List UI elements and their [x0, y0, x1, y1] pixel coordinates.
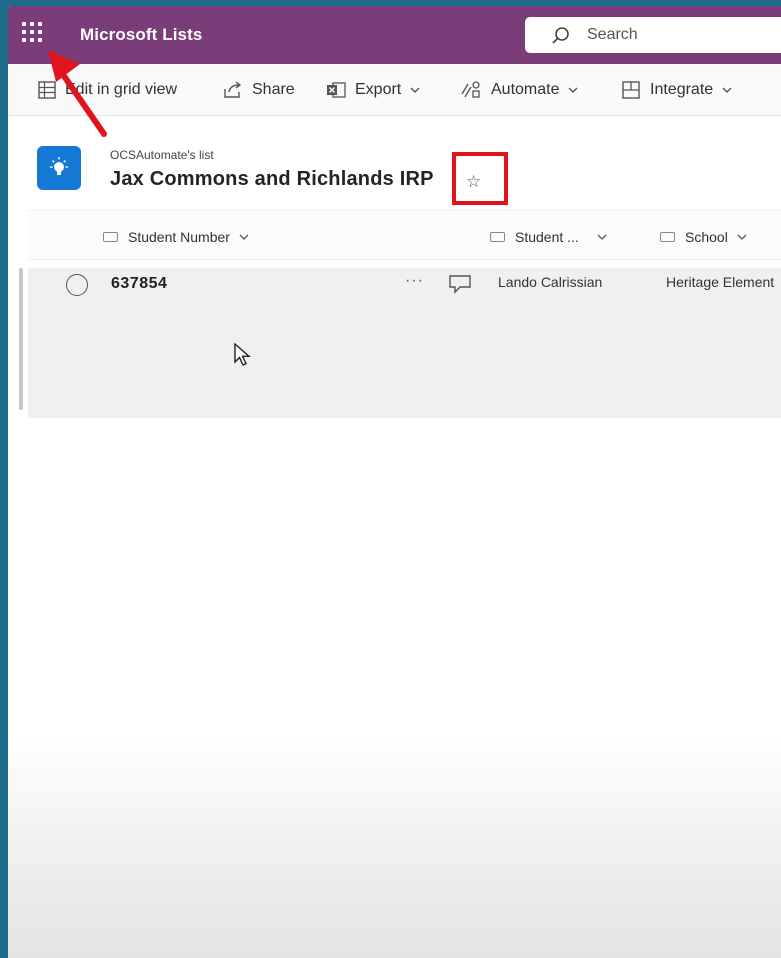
row-select-radio[interactable] — [66, 274, 88, 296]
search-icon — [552, 27, 569, 44]
column-student-name[interactable]: Student ... — [490, 229, 607, 245]
comment-icon[interactable] — [448, 274, 472, 294]
list-owner[interactable]: OCSAutomate's list — [110, 148, 214, 162]
automate-label: Automate — [491, 81, 560, 98]
cell-student-number[interactable]: 637854 — [111, 275, 167, 293]
mouse-cursor-icon — [234, 342, 251, 366]
chevron-down-icon — [239, 234, 249, 240]
column-school[interactable]: School — [660, 229, 747, 245]
column-label: Student ... — [515, 229, 579, 245]
automate-button[interactable]: Automate — [460, 79, 578, 101]
automate-icon — [461, 81, 480, 98]
integrate-icon — [622, 81, 640, 99]
search-placeholder: Search — [587, 26, 638, 43]
integrate-label: Integrate — [650, 81, 714, 98]
integrate-button[interactable]: Integrate — [621, 79, 732, 101]
text-column-icon — [490, 232, 505, 242]
empty-list-area — [8, 736, 781, 958]
command-bar: Edit in grid view Share Export Automate … — [8, 64, 781, 116]
text-column-icon — [660, 232, 675, 242]
chevron-down-icon — [722, 87, 732, 93]
cell-school[interactable]: Heritage Element — [666, 274, 774, 290]
share-button[interactable]: Share — [223, 79, 295, 101]
chevron-down-icon — [737, 234, 747, 240]
app-title[interactable]: Microsoft Lists — [80, 25, 202, 45]
suite-bar: Microsoft Lists Search — [8, 6, 781, 64]
column-label: Student Number — [128, 229, 230, 245]
share-label: Share — [252, 81, 295, 98]
app-window: Microsoft Lists Search Edit in grid view — [8, 6, 781, 958]
search-input[interactable]: Search — [525, 17, 781, 53]
app-launcher-icon[interactable] — [22, 22, 48, 48]
column-student-number[interactable]: Student Number — [103, 229, 249, 245]
annotation-highlight-box — [452, 152, 508, 205]
annotation-arrow-icon — [48, 50, 107, 137]
chevron-down-icon — [597, 234, 607, 240]
column-header-row: Student Number Student ... School — [28, 210, 781, 260]
excel-icon — [327, 82, 346, 98]
text-column-icon — [103, 232, 118, 242]
chevron-down-icon — [568, 87, 578, 93]
row-selection-bar — [19, 268, 23, 410]
cell-student-name[interactable]: Lando Calrissian — [498, 274, 602, 290]
share-icon — [224, 81, 242, 98]
more-options-icon[interactable]: ··· — [405, 272, 424, 290]
lightbulb-icon — [50, 157, 68, 175]
chevron-down-icon — [410, 87, 420, 93]
column-label: School — [685, 229, 728, 245]
list-title[interactable]: Jax Commons and Richlands IRP — [110, 168, 434, 191]
export-button[interactable]: Export — [326, 79, 420, 101]
list-icon — [37, 146, 81, 190]
export-label: Export — [355, 81, 402, 98]
